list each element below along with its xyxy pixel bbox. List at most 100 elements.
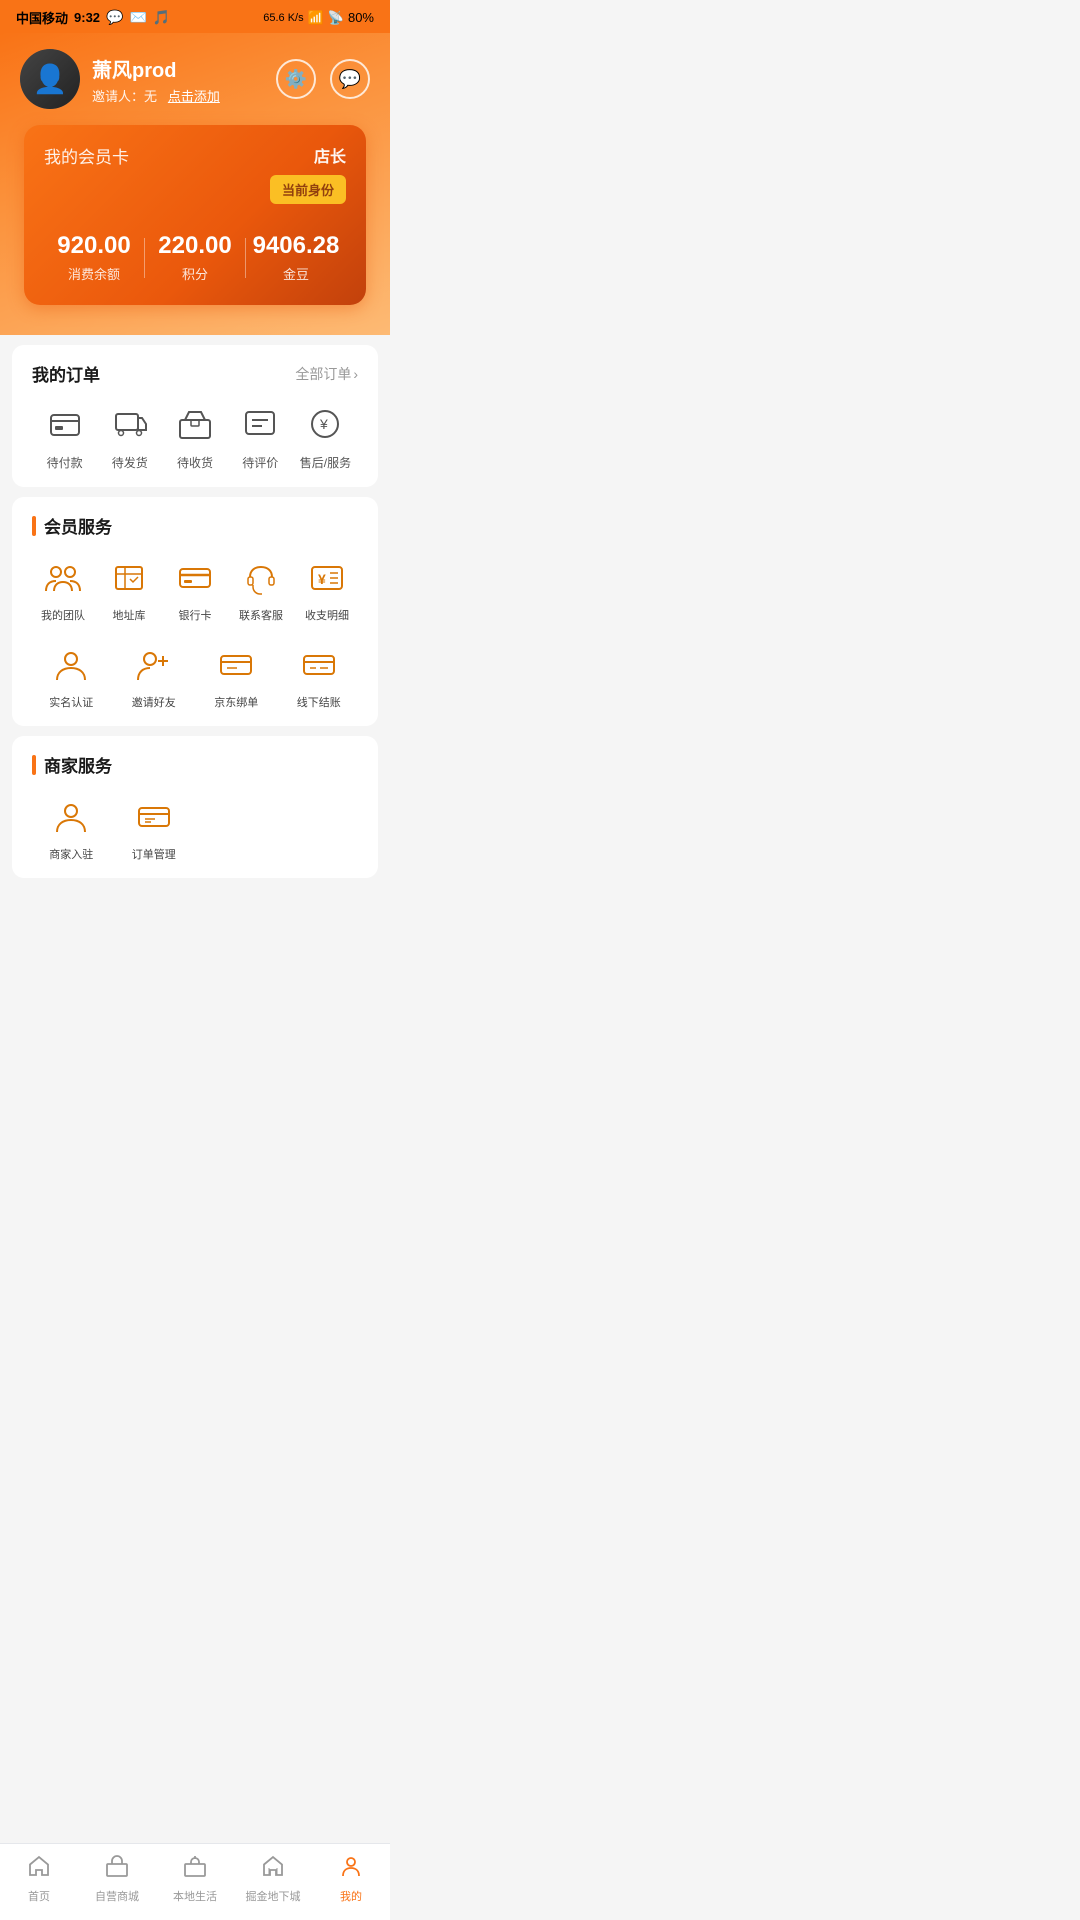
status-bar: 中国移动 9:32 💬 ✉️ 🎵 65.6 K/s 📶 📡 80% (0, 0, 390, 33)
aftersale-icon: ¥ (303, 402, 347, 446)
battery-text: 80% (348, 10, 374, 25)
mall-icon (105, 1854, 129, 1884)
network-speed: 65.6 K/s (263, 12, 303, 24)
all-orders-link[interactable]: 全部订单 › (295, 364, 358, 384)
jd-bind-label: 京东绑单 (214, 694, 258, 710)
offline-checkout-icon (297, 643, 341, 687)
svg-text:¥: ¥ (318, 571, 326, 587)
bank-card-icon (173, 556, 217, 600)
chevron-right-icon: › (353, 366, 358, 382)
nav-label-dungeon: 掘金地下城 (246, 1888, 301, 1904)
time-text: 9:32 (74, 10, 100, 25)
nav-item-home[interactable]: 首页 (0, 1854, 78, 1904)
merchant-services-title: 商家服务 (44, 752, 112, 777)
merchant-services-section: 商家服务 商家入驻 (12, 736, 378, 878)
points-value: 220.00 (145, 232, 245, 260)
service-item-invite-friend[interactable]: 邀请好友 (115, 643, 194, 710)
merchant-join-icon (49, 795, 93, 839)
order-item-pending-ship[interactable]: 待发货 (97, 402, 162, 471)
service-item-offline-checkout[interactable]: 线下结账 (280, 643, 359, 710)
store-manager-label: 店长 (314, 143, 346, 167)
nav-item-mine[interactable]: 我的 (312, 1854, 390, 1904)
pending-review-label: 待评价 (242, 454, 278, 471)
dungeon-icon (261, 1854, 285, 1884)
messages-button[interactable]: 💬 (330, 59, 370, 99)
service-item-customer-service[interactable]: 联系客服 (230, 556, 292, 623)
jd-bind-icon (214, 643, 258, 687)
header-section: 👤 萧风prod 邀请人：无 点击添加 ⚙️ 💬 我的会员卡 (0, 33, 390, 335)
service-item-my-team[interactable]: 我的团队 (32, 556, 94, 623)
pending-receive-label: 待收货 (177, 454, 213, 471)
invite-action-link[interactable]: 点击添加 (168, 89, 220, 104)
orders-title: 我的订单 (32, 361, 100, 386)
invite-label: 邀请人：无 (92, 89, 157, 104)
order-item-aftersale[interactable]: ¥ 售后/服务 (293, 402, 358, 471)
pending-receive-icon (173, 402, 217, 446)
pending-payment-label: 待付款 (47, 454, 83, 471)
service-item-real-name[interactable]: 实名认证 (32, 643, 111, 710)
service-item-transactions[interactable]: ¥ 收支明细 (296, 556, 358, 623)
balance-stat: 920.00 消费余额 (44, 232, 144, 283)
invite-friend-icon (132, 643, 176, 687)
pending-ship-icon (108, 402, 152, 446)
invite-friend-label: 邀请好友 (132, 694, 176, 710)
order-item-pending-review[interactable]: 待评价 (228, 402, 293, 471)
nav-item-dungeon[interactable]: 掘金地下城 (234, 1854, 312, 1904)
order-item-pending-receive[interactable]: 待收货 (162, 402, 227, 471)
merchant-join-label: 商家入驻 (49, 846, 93, 862)
orders-section: 我的订单 全部订单 › 待付款 (12, 345, 378, 487)
settings-button[interactable]: ⚙️ (276, 59, 316, 99)
nav-label-mall: 自营商城 (95, 1888, 139, 1904)
aftersale-label: 售后/服务 (300, 454, 351, 471)
email-icon: ✉️ (129, 9, 146, 26)
my-team-label: 我的团队 (41, 607, 85, 623)
title-accent-merchant (32, 755, 36, 775)
current-identity-button[interactable]: 当前身份 (270, 175, 346, 204)
local-icon (183, 1854, 207, 1884)
offline-checkout-label: 线下结账 (297, 694, 341, 710)
service-item-merchant-join[interactable]: 商家入驻 (32, 795, 111, 862)
service-item-address[interactable]: 地址库 (98, 556, 160, 623)
bank-card-label: 银行卡 (179, 607, 212, 623)
nav-item-mall[interactable]: 自营商城 (78, 1854, 156, 1904)
bottom-nav: 首页 自营商城 本地生活 掘金地下城 (0, 1843, 390, 1920)
nav-item-local[interactable]: 本地生活 (156, 1854, 234, 1904)
service-item-jd-bind[interactable]: 京东绑单 (197, 643, 276, 710)
message-icon: 💬 (106, 9, 123, 26)
pending-review-icon (238, 402, 282, 446)
transactions-icon: ¥ (305, 556, 349, 600)
username: 萧风prod (92, 54, 220, 83)
balance-value: 920.00 (44, 232, 144, 260)
real-name-label: 实名认证 (49, 694, 93, 710)
points-stat: 220.00 积分 (145, 232, 245, 283)
nav-label-local: 本地生活 (173, 1888, 217, 1904)
gold-beans-stat: 9406.28 金豆 (246, 232, 346, 283)
carrier-text: 中国移动 (16, 8, 68, 27)
gold-beans-label: 金豆 (246, 264, 346, 283)
order-item-pending-payment[interactable]: 待付款 (32, 402, 97, 471)
svg-text:¥: ¥ (319, 416, 328, 432)
pending-payment-icon (43, 402, 87, 446)
service-item-bank-card[interactable]: 银行卡 (164, 556, 226, 623)
member-card: 我的会员卡 店长 当前身份 920.00 消费余额 220.00 积分 9406… (24, 125, 366, 305)
balance-label: 消费余额 (44, 264, 144, 283)
gear-icon: ⚙️ (285, 69, 307, 90)
real-name-icon (49, 643, 93, 687)
member-services-title: 会员服务 (44, 513, 112, 538)
avatar[interactable]: 👤 (20, 49, 80, 109)
order-management-label: 订单管理 (132, 846, 176, 862)
order-management-icon (132, 795, 176, 839)
all-orders-text: 全部订单 (295, 364, 351, 384)
chat-icon: 💬 (339, 69, 361, 90)
member-services-section: 会员服务 我的团队 (12, 497, 378, 726)
wifi-icon: 📶 (308, 10, 324, 26)
pending-ship-label: 待发货 (112, 454, 148, 471)
address-label: 地址库 (113, 607, 146, 623)
nav-label-mine: 我的 (340, 1888, 362, 1904)
my-team-icon (41, 556, 85, 600)
service-item-order-management[interactable]: 订单管理 (115, 795, 194, 862)
customer-service-label: 联系客服 (239, 607, 283, 623)
points-label: 积分 (145, 264, 245, 283)
card-title: 我的会员卡 (44, 143, 129, 168)
nav-label-home: 首页 (28, 1888, 50, 1904)
